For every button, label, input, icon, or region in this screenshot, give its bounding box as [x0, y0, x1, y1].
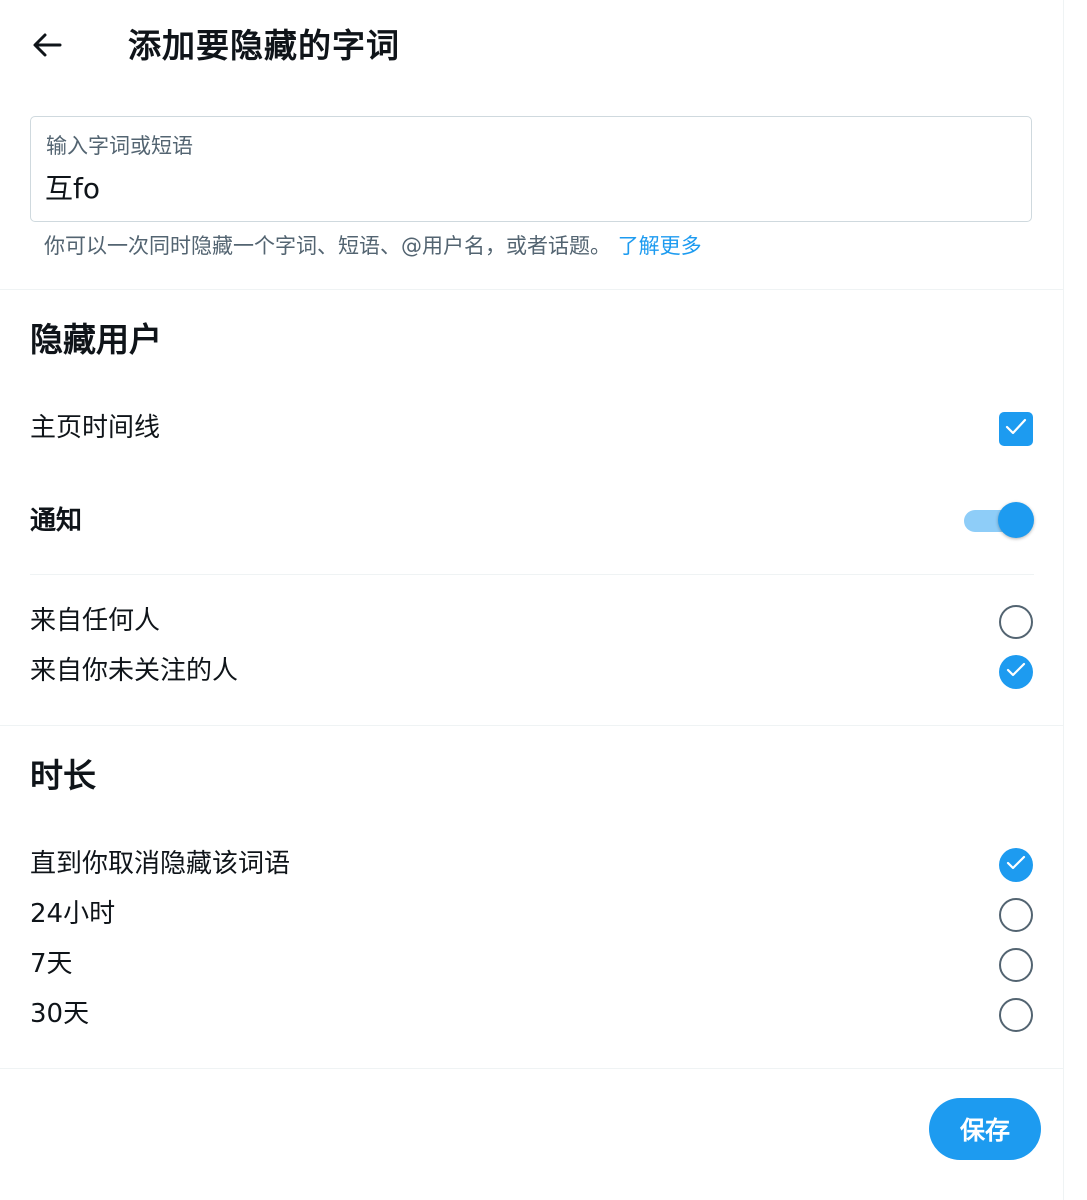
word-input-label: 输入字词或短语 [46, 134, 193, 158]
section-divider [0, 725, 1064, 726]
toggle-knob [998, 502, 1034, 538]
hint-description: 你可以一次同时隐藏一个字词、短语、@用户名，或者话题。 [44, 234, 611, 258]
duration-30d-label: 30天 [30, 999, 90, 1029]
mute-from-title: 隐藏用户 [30, 320, 162, 359]
mute-word-page: 添加要隐藏的字词 输入字词或短语 你可以一次同时隐藏一个字词、短语、@用户名，或… [0, 0, 1064, 1200]
word-input[interactable] [45, 169, 1005, 209]
page-title: 添加要隐藏的字词 [128, 26, 400, 65]
duration-7d-label: 7天 [30, 949, 73, 979]
footer-divider [0, 1068, 1064, 1069]
duration-forever-radio[interactable] [999, 848, 1033, 882]
word-input-box[interactable]: 输入字词或短语 [30, 116, 1032, 222]
notifications-divider [30, 574, 1034, 575]
duration-forever-label: 直到你取消隐藏该词语 [30, 849, 291, 879]
home-timeline-label: 主页时间线 [30, 413, 161, 443]
scrollbar-gutter [1063, 0, 1087, 1200]
back-button[interactable] [22, 22, 72, 72]
checkmark-icon [1005, 418, 1027, 440]
header: 添加要隐藏的字词 [0, 0, 1064, 92]
duration-30d-radio[interactable] [999, 998, 1033, 1032]
from-not-following-radio[interactable] [999, 655, 1033, 689]
duration-title: 时长 [30, 756, 96, 795]
from-anyone-radio[interactable] [999, 605, 1033, 639]
arrow-left-icon [32, 32, 62, 62]
checkmark-icon [1006, 662, 1026, 682]
save-button[interactable]: 保存 [929, 1098, 1041, 1160]
hint-text: 你可以一次同时隐藏一个字词、短语、@用户名，或者话题。 了解更多 [44, 230, 702, 262]
section-divider [0, 289, 1064, 290]
notifications-toggle[interactable] [962, 501, 1036, 541]
duration-24h-radio[interactable] [999, 898, 1033, 932]
duration-24h-label: 24小时 [30, 899, 116, 929]
checkmark-icon [1006, 855, 1026, 875]
learn-more-link[interactable]: 了解更多 [618, 234, 702, 258]
from-anyone-label: 来自任何人 [30, 606, 161, 636]
from-not-following-label: 来自你未关注的人 [30, 656, 239, 686]
home-timeline-checkbox[interactable] [999, 412, 1033, 446]
notifications-label: 通知 [30, 506, 83, 536]
duration-7d-radio[interactable] [999, 948, 1033, 982]
